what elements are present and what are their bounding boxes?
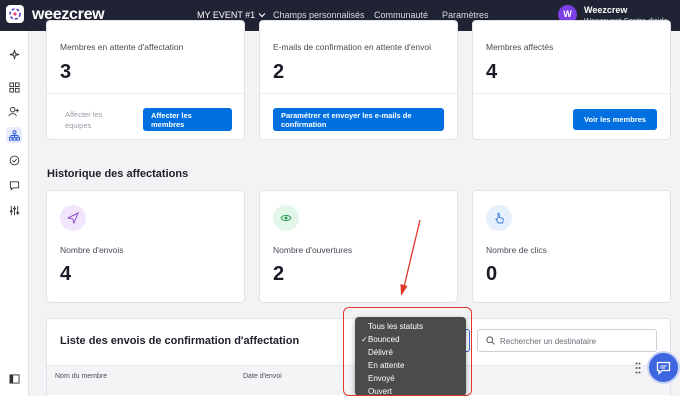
dashboard-icon[interactable]: [6, 79, 22, 95]
card-label: E-mails de confirmation en attente d'env…: [273, 42, 432, 52]
card-value: 2: [273, 263, 285, 285]
nav-custom-fields[interactable]: Champs personnalisés: [273, 10, 365, 20]
chevron-down-icon: [258, 11, 266, 20]
event-selector[interactable]: MY EVENT #1: [197, 10, 266, 20]
card-opens: Nombre d'ouvertures 2: [259, 190, 458, 303]
search-icon: [486, 336, 495, 345]
column-header-send-date[interactable]: Date d'envoi: [243, 373, 282, 380]
card-value: 0: [486, 263, 498, 285]
app-logo-icon[interactable]: [6, 5, 24, 23]
card-label: Nombre de clics: [486, 245, 547, 255]
card-assigned-members: Membres affectés 4 Voir les membres: [472, 20, 671, 140]
list-title: Liste des envois de confirmation d'affec…: [60, 335, 300, 347]
nav-community[interactable]: Communauté: [374, 10, 428, 20]
org-chart-icon[interactable]: [6, 127, 22, 143]
chat-bubble-icon: [656, 361, 671, 375]
card-pending-members: Membres en attente d'affectation 3 Affec…: [46, 20, 245, 140]
view-members-button[interactable]: Voir les membres: [573, 109, 657, 130]
add-user-icon[interactable]: [6, 103, 22, 119]
nav-settings[interactable]: Paramètres: [442, 10, 489, 20]
sparkle-icon[interactable]: [6, 46, 22, 62]
divider: [473, 93, 670, 94]
card-label: Nombre d'envois: [60, 245, 124, 255]
card-pending-emails: E-mails de confirmation en attente d'env…: [259, 20, 458, 140]
search-field[interactable]: [477, 329, 657, 352]
drag-handle-icon[interactable]: [635, 361, 641, 379]
card-label: Nombre d'ouvertures: [273, 245, 353, 255]
history-title: Historique des affectations: [47, 168, 189, 180]
sliders-icon[interactable]: [6, 202, 22, 218]
divider: [47, 93, 244, 94]
card-value: 4: [60, 263, 72, 285]
card-clicks: Nombre de clics 0: [472, 190, 671, 303]
card-label: Membres affectés: [486, 42, 554, 52]
event-label: MY EVENT #1: [197, 10, 256, 20]
card-sends: Nombre d'envois 4: [46, 190, 245, 303]
configure-send-emails-button[interactable]: Paramétrer et envoyer les e-mails de con…: [273, 108, 444, 131]
column-header-member-name[interactable]: Nom du membre: [55, 373, 107, 380]
support-chat-button[interactable]: [647, 351, 680, 384]
card-label: Membres en attente d'affectation: [60, 42, 184, 52]
eye-icon: [273, 205, 299, 231]
collapse-panel-icon[interactable]: [6, 371, 22, 387]
send-icon: [60, 205, 86, 231]
click-icon: [486, 205, 512, 231]
card-value: 3: [60, 61, 72, 83]
search-input[interactable]: [500, 333, 650, 349]
check-circle-icon[interactable]: [6, 152, 22, 168]
user-name[interactable]: Weezcrew: [584, 5, 627, 15]
assign-teams-button[interactable]: Affecter les équipes: [65, 109, 127, 131]
card-value: 2: [273, 61, 285, 83]
assign-members-button[interactable]: Affecter les membres: [143, 108, 232, 131]
divider: [260, 93, 457, 94]
chat-icon[interactable]: [6, 177, 22, 193]
annotation-highlight-box: [343, 307, 472, 396]
sidebar: [0, 31, 29, 396]
card-value: 4: [486, 61, 498, 83]
